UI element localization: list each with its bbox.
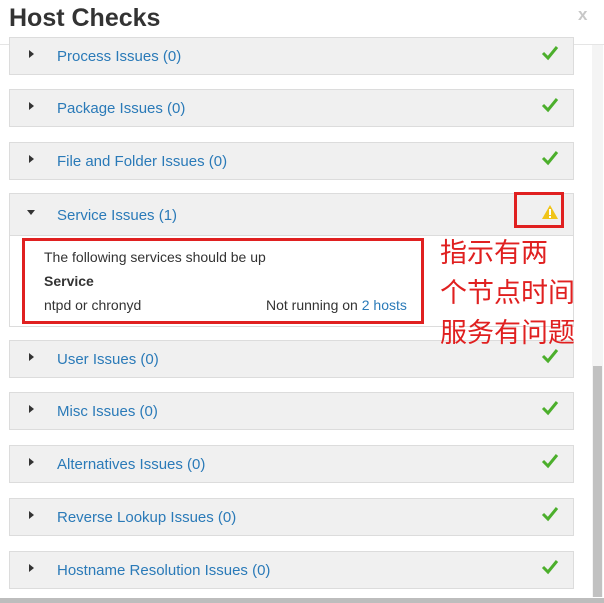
dialog-title: Host Checks — [9, 4, 161, 32]
annotation-text: 指示有两 个节点时间 服务有问题 — [440, 234, 600, 354]
annotation-box-service-detail — [22, 238, 424, 324]
caret-right-icon — [29, 405, 34, 413]
panel-label[interactable]: Process Issues (0) — [57, 48, 181, 65]
check-icon — [541, 401, 559, 416]
check-icon — [541, 560, 559, 575]
close-button[interactable]: x — [578, 5, 587, 25]
caret-right-icon — [29, 353, 34, 361]
panel-label[interactable]: Package Issues (0) — [57, 100, 185, 117]
caret-right-icon — [29, 155, 34, 163]
annotation-line: 指示有两 — [440, 238, 548, 269]
panel-service-issues[interactable]: Service Issues (1) — [9, 193, 574, 236]
scrollbar-thumb[interactable] — [593, 366, 602, 597]
caret-right-icon — [29, 564, 34, 572]
caret-down-icon — [27, 210, 35, 215]
panel-misc-issues[interactable]: Misc Issues (0) — [9, 392, 574, 430]
panel-label[interactable]: File and Folder Issues (0) — [57, 153, 227, 170]
panel-label[interactable]: Service Issues (1) — [57, 207, 177, 224]
panel-file-folder-issues[interactable]: File and Folder Issues (0) — [9, 142, 574, 180]
caret-right-icon — [29, 102, 34, 110]
panel-alternatives-issues[interactable]: Alternatives Issues (0) — [9, 445, 574, 483]
annotation-box-warning — [514, 192, 564, 228]
panel-label[interactable]: Reverse Lookup Issues (0) — [57, 509, 236, 526]
panel-hostname-resolution-issues[interactable]: Hostname Resolution Issues (0) — [9, 551, 574, 589]
caret-right-icon — [29, 458, 34, 466]
check-icon — [541, 507, 559, 522]
caret-right-icon — [29, 511, 34, 519]
check-icon — [541, 151, 559, 166]
panel-reverse-lookup-issues[interactable]: Reverse Lookup Issues (0) — [9, 498, 574, 536]
caret-right-icon — [29, 50, 34, 58]
panel-label[interactable]: Misc Issues (0) — [57, 403, 158, 420]
panel-process-issues[interactable]: Process Issues (0) — [9, 37, 574, 75]
panel-label[interactable]: User Issues (0) — [57, 351, 159, 368]
annotation-line: 服务有问题 — [440, 318, 575, 349]
check-icon — [541, 454, 559, 469]
bottom-divider — [0, 598, 604, 603]
panel-label[interactable]: Hostname Resolution Issues (0) — [57, 562, 270, 579]
check-icon — [541, 46, 559, 61]
check-icon — [541, 98, 559, 113]
panel-package-issues[interactable]: Package Issues (0) — [9, 89, 574, 127]
annotation-line: 个节点时间 — [440, 278, 575, 309]
panel-label[interactable]: Alternatives Issues (0) — [57, 456, 205, 473]
